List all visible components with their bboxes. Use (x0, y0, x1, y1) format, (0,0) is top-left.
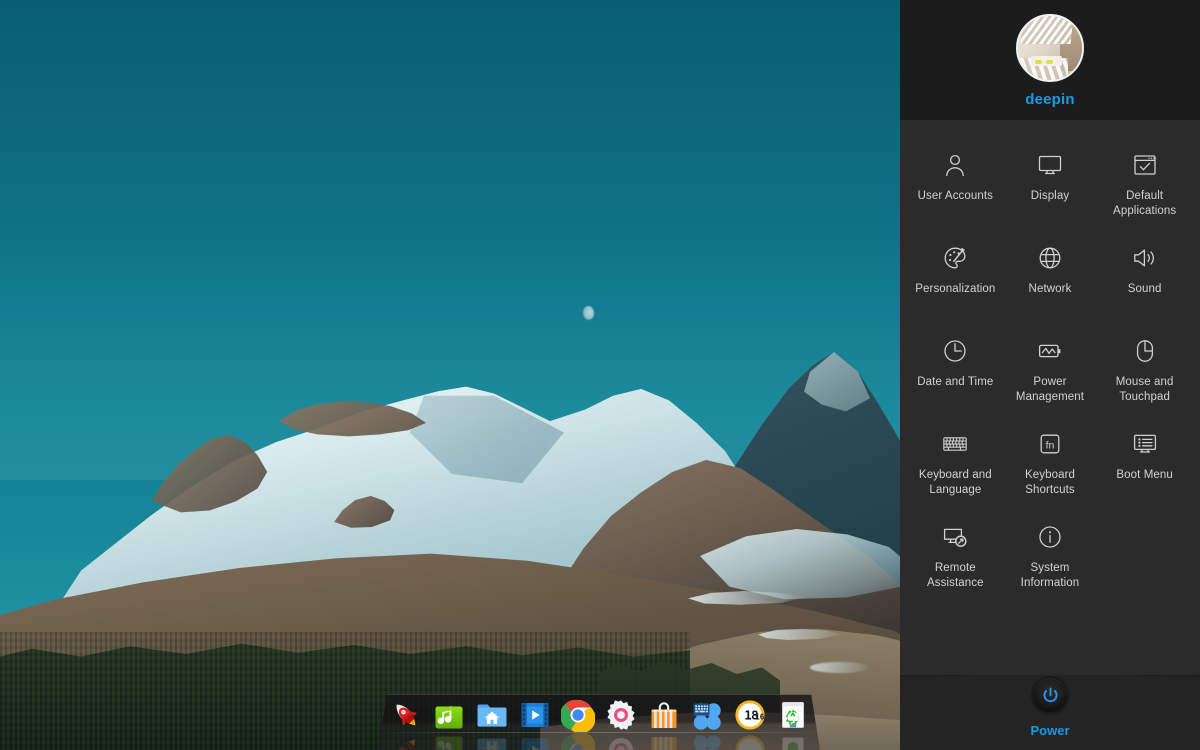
settings-item-label: Boot Menu (1116, 468, 1173, 483)
dock-item-movie-player[interactable] (518, 698, 552, 732)
display-icon (1035, 150, 1065, 180)
settings-item-label: System Information (1005, 561, 1095, 591)
control-center-panel[interactable]: deepin User Accounts (900, 0, 1200, 750)
avatar[interactable] (1016, 14, 1084, 82)
settings-item-personalization[interactable]: Personalization (908, 235, 1003, 328)
settings-item-system-information[interactable]: System Information (1003, 514, 1098, 607)
username-label: deepin (1025, 91, 1075, 108)
settings-item-label: Personalization (915, 282, 995, 297)
settings-item-sound[interactable]: Sound (1097, 235, 1192, 328)
settings-item-power-management[interactable]: Power Management (1003, 328, 1098, 421)
settings-item-date-and-time[interactable]: Date and Time (908, 328, 1003, 421)
settings-item-default-applications[interactable]: Default Applications (1097, 142, 1192, 235)
mouse-and-touchpad-icon (1130, 336, 1160, 366)
settings-item-remote-assistance[interactable]: Remote Assistance (908, 514, 1003, 607)
remote-assistance-icon (940, 522, 970, 552)
settings-item-boot-menu[interactable]: Boot Menu (1097, 421, 1192, 514)
settings-item-keyboard-shortcuts[interactable]: fn Keyboard Shortcuts (1003, 421, 1098, 514)
boot-menu-icon (1130, 429, 1160, 459)
default-applications-icon (1130, 150, 1160, 180)
personalization-icon (940, 243, 970, 273)
sound-icon (1130, 243, 1160, 273)
settings-item-user-accounts[interactable]: User Accounts (908, 142, 1003, 235)
settings-item-label: Default Applications (1100, 189, 1190, 219)
avatar-pillow-right (1046, 60, 1053, 64)
dock-item-launcher[interactable] (389, 698, 423, 732)
user-accounts-icon (940, 150, 970, 180)
avatar-pillow-left (1035, 60, 1042, 64)
avatar-image (1018, 16, 1082, 80)
film-play-icon (518, 698, 552, 732)
snow-patch-c (810, 662, 870, 673)
control-center-footer: Power (900, 675, 1200, 750)
settings-item-label: Keyboard Shortcuts (1005, 468, 1095, 498)
keyboard-shortcuts-icon: fn (1035, 429, 1065, 459)
keyboard-and-language-icon (940, 429, 970, 459)
power-icon (1041, 686, 1060, 705)
settings-item-label: Display (1031, 189, 1069, 204)
network-icon (1035, 243, 1065, 273)
power-label: Power (900, 723, 1200, 738)
dock-item-list: 18 16 (378, 694, 820, 733)
control-center-header: deepin (900, 0, 1200, 120)
settings-item-keyboard-and-language[interactable]: Keyboard and Language (908, 421, 1003, 514)
settings-item-mouse-and-touchpad[interactable]: Mouse and Touchpad (1097, 328, 1192, 421)
avatar-ceiling (1020, 16, 1073, 44)
power-management-icon (1035, 336, 1065, 366)
settings-item-network[interactable]: Network (1003, 235, 1098, 328)
moon (583, 306, 594, 320)
settings-item-label: Sound (1128, 282, 1162, 297)
svg-text:16: 16 (755, 713, 765, 722)
home-folder-icon (475, 698, 509, 732)
dock-item-input-method[interactable] (690, 698, 724, 732)
chrome-icon (561, 698, 595, 732)
clock-icon: 18 16 (733, 698, 767, 732)
settings-item-label: Power Management (1005, 375, 1095, 405)
settings-grid-empty-slot (1097, 514, 1192, 607)
settings-item-label: Date and Time (917, 375, 993, 390)
system-information-icon (1035, 522, 1065, 552)
desktop-screen: 18 16 (0, 0, 1200, 750)
taskbar-dock[interactable]: 18 16 (378, 694, 820, 750)
dock-item-control-center[interactable] (604, 698, 638, 732)
gear-icon (604, 698, 638, 732)
settings-grid-container: User Accounts Display (900, 120, 1200, 675)
music-note-icon (432, 698, 466, 732)
desktop-wallpaper[interactable] (0, 0, 900, 750)
dock-item-app-store[interactable] (647, 698, 681, 732)
settings-item-label: Mouse and Touchpad (1100, 375, 1190, 405)
settings-item-display[interactable]: Display (1003, 142, 1098, 235)
dock-item-web-browser[interactable] (561, 698, 595, 732)
settings-item-label: Remote Assistance (910, 561, 1000, 591)
dock-item-trash[interactable] (776, 698, 810, 732)
svg-text:fn: fn (1046, 440, 1055, 452)
dock-item-music-player[interactable] (432, 698, 466, 732)
date-and-time-icon (940, 336, 970, 366)
shopping-bag-icon (647, 698, 681, 732)
settings-item-label: Network (1029, 282, 1072, 297)
power-button[interactable] (1033, 678, 1067, 712)
recycle-bin-icon (776, 698, 810, 732)
settings-item-label: Keyboard and Language (910, 468, 1000, 498)
rocket-icon (389, 698, 423, 732)
settings-grid: User Accounts Display (908, 142, 1192, 607)
dock-item-file-manager[interactable] (475, 698, 509, 732)
settings-item-label: User Accounts (918, 189, 993, 204)
dock-item-clock[interactable]: 18 16 (733, 698, 767, 732)
input-method-icon (690, 698, 724, 732)
